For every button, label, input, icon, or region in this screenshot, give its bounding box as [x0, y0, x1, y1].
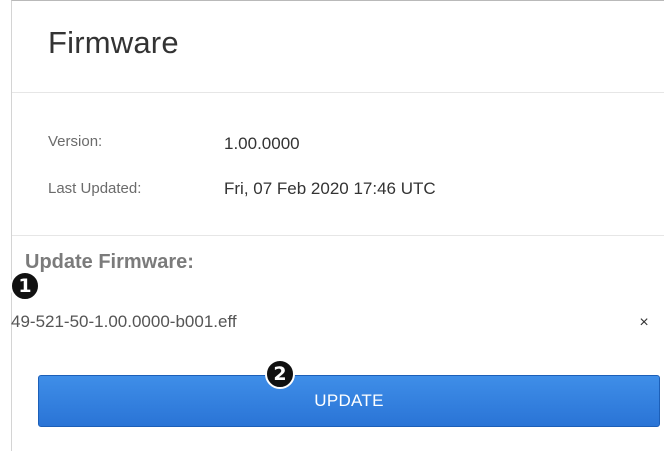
firmware-info-section: Version: 1.00.0000 Last Updated: Fri, 07…: [12, 93, 664, 236]
last-updated-label: Last Updated:: [48, 180, 142, 197]
callout-marker-2: 2: [265, 359, 295, 389]
version-value: 1.00.0000: [224, 134, 300, 153]
selected-file-name[interactable]: 49-521-50-1.00.0000-b001.eff: [11, 312, 237, 332]
panel-header: Firmware: [12, 1, 664, 93]
version-label: Version:: [48, 133, 103, 150]
firmware-page: Firmware Version: 1.00.0000 Last Updated…: [0, 0, 664, 451]
update-firmware-title: Update Firmware:: [25, 251, 194, 273]
update-button[interactable]: UPDATE: [38, 375, 660, 427]
page-title: Firmware: [48, 25, 179, 60]
callout-marker-1: 1: [10, 271, 40, 301]
clear-file-button[interactable]: ×: [636, 314, 652, 332]
last-updated-value: Fri, 07 Feb 2020 17:46 UTC: [224, 179, 436, 198]
